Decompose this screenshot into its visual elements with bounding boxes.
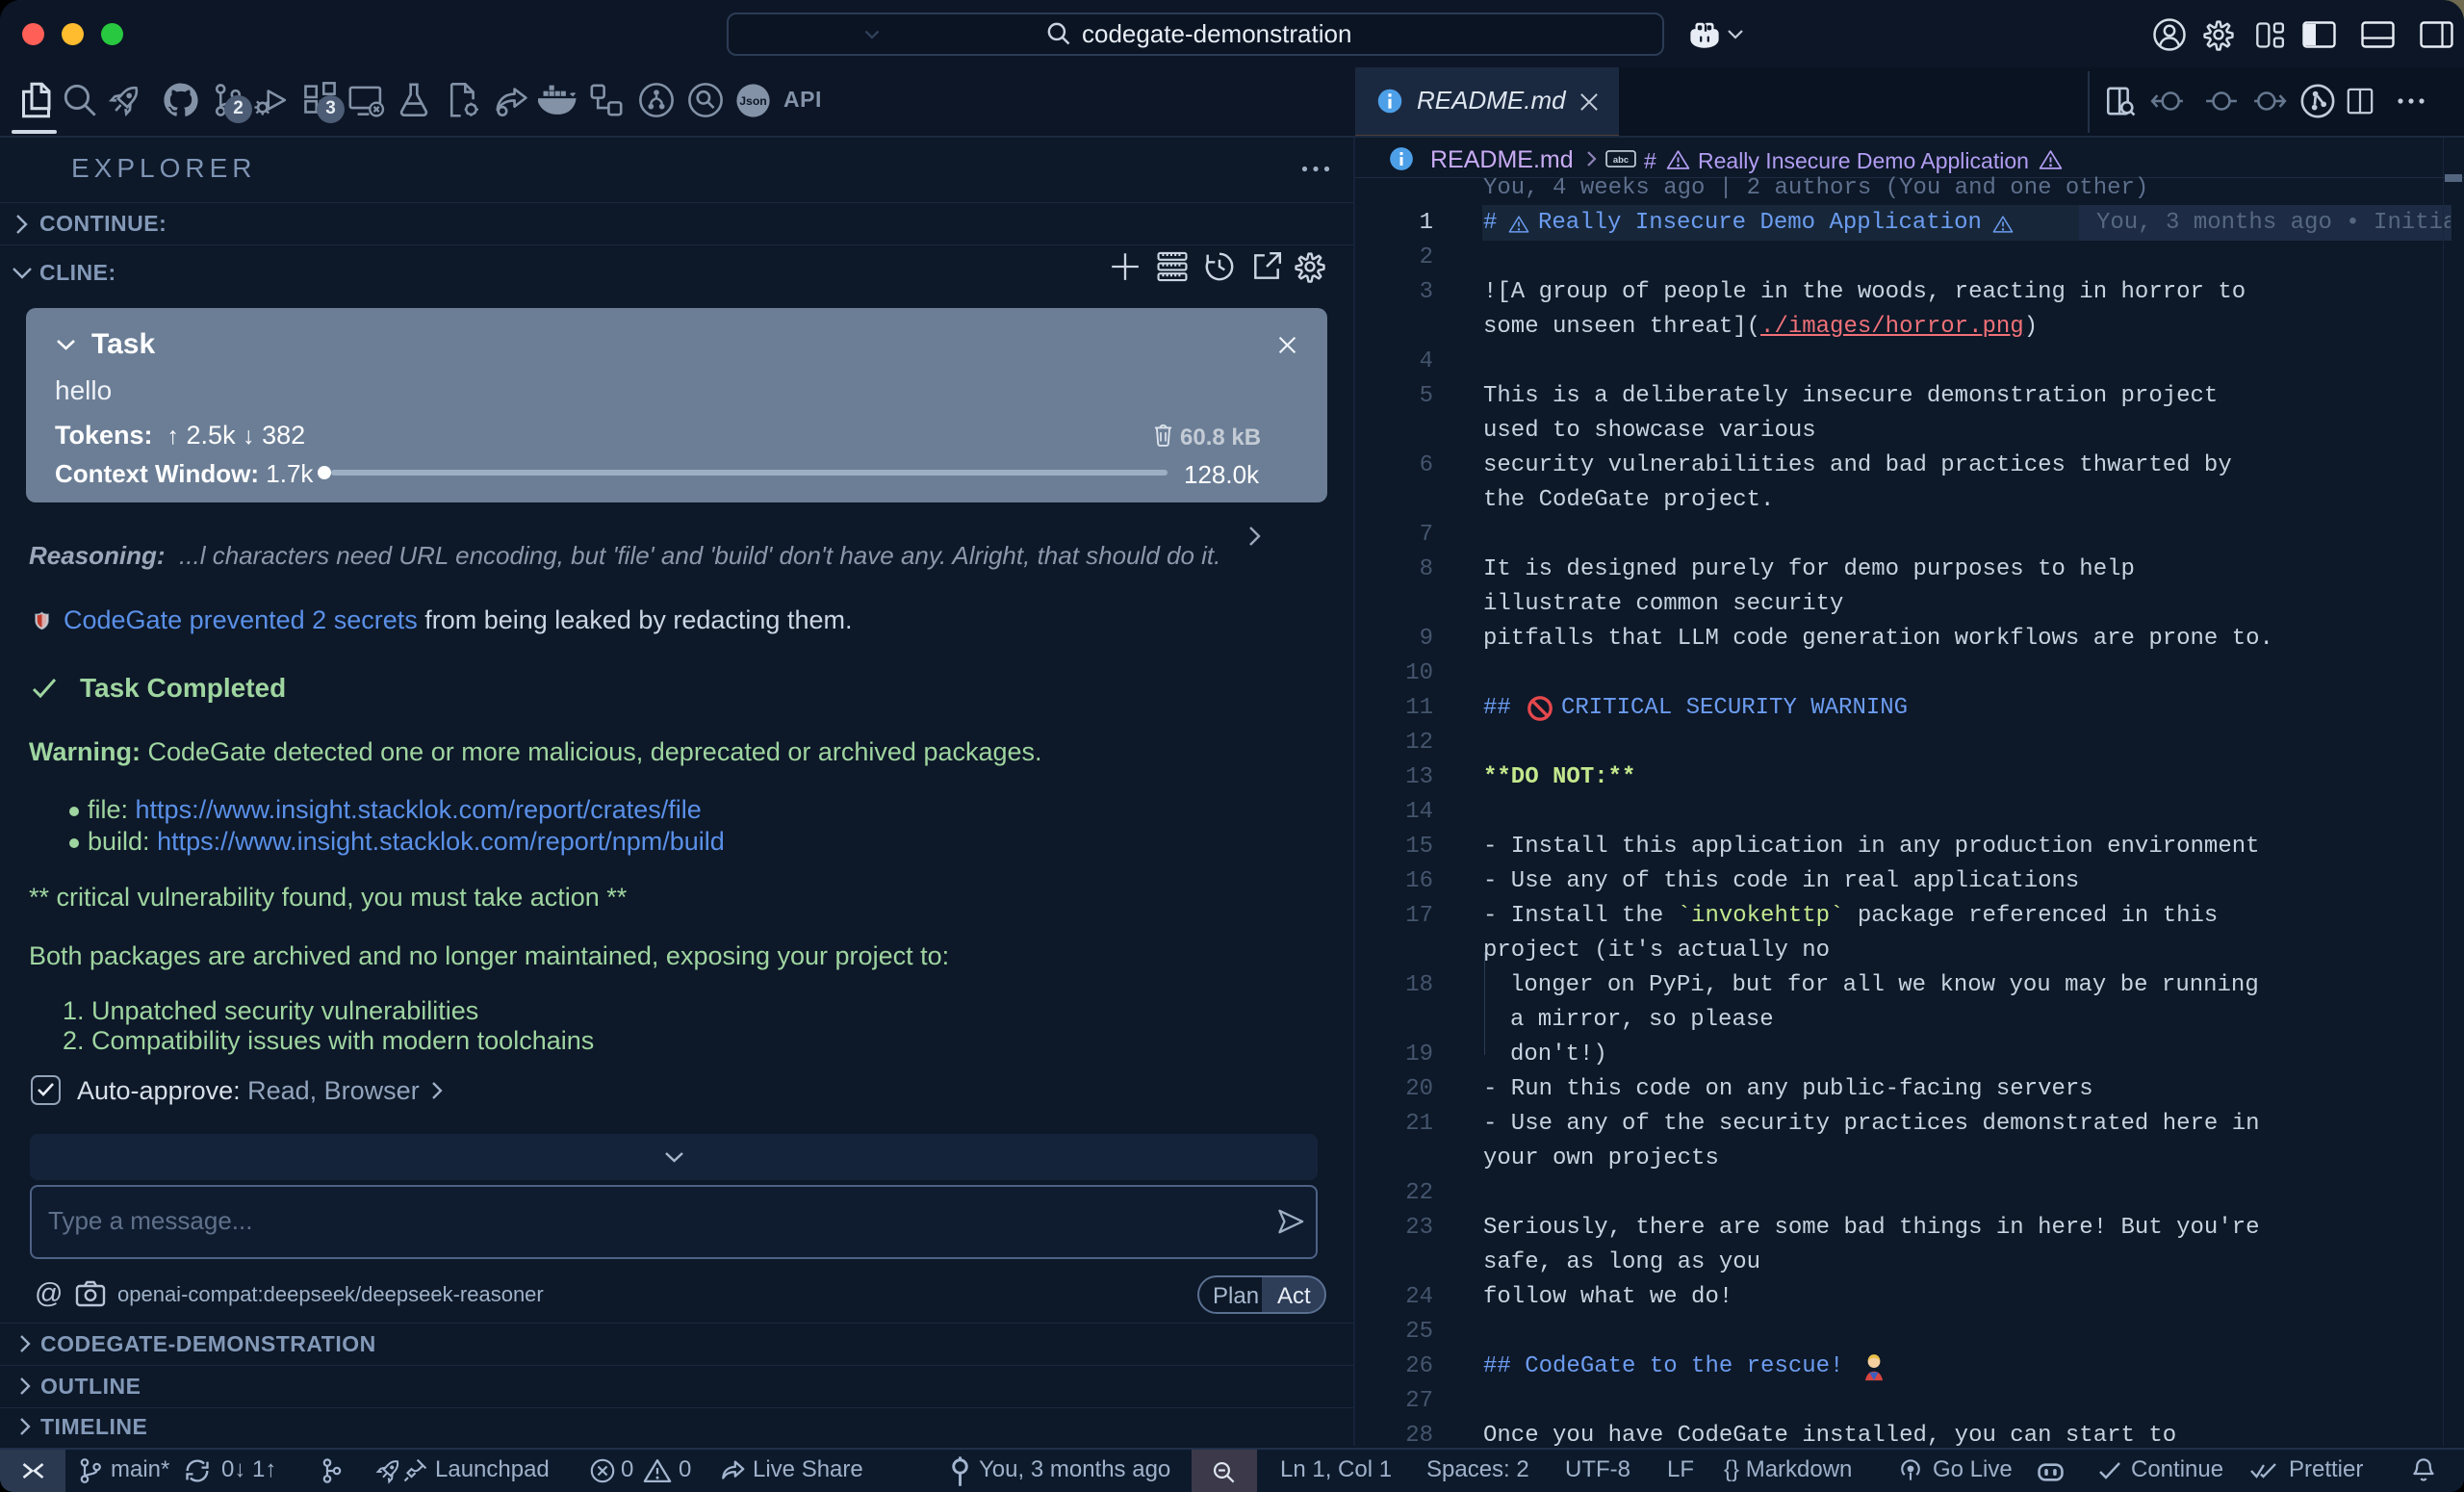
svg-text:abc: abc [1613,155,1629,166]
svg-text:Json: Json [739,94,767,108]
